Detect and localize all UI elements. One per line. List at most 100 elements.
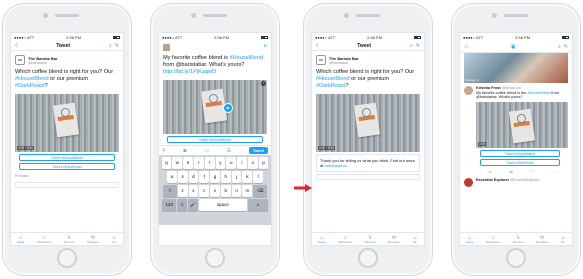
tab-moments[interactable]: ϟ Moments bbox=[64, 235, 75, 244]
mic-key[interactable]: 🎤 bbox=[188, 199, 198, 211]
tab-home[interactable]: ⌂ Home bbox=[318, 235, 325, 244]
key-a[interactable]: a bbox=[166, 171, 177, 183]
tweet-author[interactable]: BB The Barista Bar @baristabar bbox=[11, 51, 123, 67]
key-u[interactable]: u bbox=[226, 157, 237, 169]
key-e[interactable]: e bbox=[183, 157, 193, 169]
reply-icon[interactable]: ↩ bbox=[489, 169, 492, 174]
back-chevron-icon[interactable]: ‹ bbox=[316, 42, 318, 49]
hashtag-link[interactable]: #HouseBlend bbox=[15, 76, 49, 82]
avatar[interactable]: BB bbox=[316, 55, 326, 65]
poll-icon[interactable]: ☰ bbox=[227, 148, 231, 154]
home-button[interactable] bbox=[205, 248, 225, 268]
key-h[interactable]: h bbox=[220, 171, 231, 183]
like-icon[interactable]: ♡ bbox=[530, 169, 534, 174]
hashtag-link[interactable]: #HouseBlend bbox=[316, 76, 350, 82]
tweet-houseblend-button[interactable]: Tweet #HouseBlend bbox=[19, 154, 115, 161]
video-player[interactable]: 0:00 / 0:30 bbox=[316, 94, 420, 152]
timeline-tweet[interactable]: Kristina Frost @kfrost 3m My favorite co… bbox=[460, 83, 572, 101]
tab-messages[interactable]: ✉ Messages bbox=[536, 235, 548, 244]
reply-link[interactable]: baristabar.co bbox=[324, 163, 347, 168]
space-key[interactable]: space bbox=[198, 199, 247, 211]
tweet-text: Which coffee blend is right for you? Our… bbox=[15, 69, 114, 89]
tab-home[interactable]: ⌂ Home bbox=[17, 235, 24, 244]
reply-input[interactable] bbox=[15, 182, 119, 188]
avatar[interactable] bbox=[464, 177, 473, 187]
key-z[interactable]: z bbox=[177, 185, 188, 197]
coffee-bag-image bbox=[52, 103, 79, 138]
tweet-darkroast-button[interactable]: Tweet #DarkRoast bbox=[19, 163, 115, 170]
timeline-image[interactable]: Chicago, IL bbox=[464, 53, 568, 83]
search-icon[interactable]: ⌕ bbox=[558, 44, 561, 50]
key-s[interactable]: s bbox=[177, 171, 188, 183]
search-icon[interactable]: ⌕ bbox=[109, 43, 112, 49]
tweet-houseblend-button[interactable]: Tweet #HouseBlend bbox=[480, 149, 560, 157]
hashtag-link[interactable]: #DarkRoast bbox=[15, 83, 45, 89]
tab-notifications[interactable]: ♫ Notifications bbox=[486, 235, 500, 244]
tab-moments[interactable]: ϟ Moments bbox=[365, 235, 376, 244]
tab-me[interactable]: ☺ Me bbox=[112, 235, 117, 244]
tab-home[interactable]: ⌂ Home bbox=[466, 235, 473, 244]
tab-messages[interactable]: ✉ Messages bbox=[388, 235, 400, 244]
key-b[interactable]: b bbox=[220, 185, 231, 197]
key-r[interactable]: r bbox=[193, 157, 204, 169]
key-d[interactable]: d bbox=[188, 171, 199, 183]
compose-icon[interactable]: ✎ bbox=[115, 43, 119, 49]
tab-moments[interactable]: ϟ Moments bbox=[513, 235, 524, 244]
attached-video[interactable]: ▶ × bbox=[163, 80, 267, 134]
compose-textarea[interactable]: My favorite coffee blend is #HouseBlend … bbox=[159, 53, 271, 78]
key-f[interactable]: f bbox=[199, 171, 210, 183]
camera-icon[interactable]: ◙ bbox=[183, 148, 186, 154]
key-g[interactable]: g bbox=[210, 171, 220, 183]
tab-messages[interactable]: ✉ Messages bbox=[87, 235, 99, 244]
key-l[interactable]: l bbox=[253, 171, 264, 183]
key-j[interactable]: j bbox=[231, 171, 242, 183]
home-button[interactable] bbox=[358, 248, 378, 268]
key-q[interactable]: q bbox=[161, 157, 172, 169]
tab-me[interactable]: ☺ Me bbox=[413, 235, 418, 244]
more-icon[interactable]: ⋯ bbox=[551, 169, 555, 174]
compose-icon[interactable]: ✎ bbox=[564, 44, 568, 50]
search-icon[interactable]: ⌕ bbox=[410, 43, 413, 49]
retweet-icon[interactable]: ⇄ bbox=[509, 169, 512, 174]
key-y[interactable]: y bbox=[215, 157, 226, 169]
gif-icon[interactable]: ▭ bbox=[204, 148, 209, 154]
return-key[interactable]: # bbox=[247, 199, 268, 211]
key-x[interactable]: x bbox=[188, 185, 199, 197]
numbers-key[interactable]: 123 bbox=[162, 199, 177, 211]
location-icon[interactable]: ⚲ bbox=[162, 148, 166, 154]
key-p[interactable]: p bbox=[258, 157, 269, 169]
remove-media-icon[interactable]: × bbox=[261, 81, 266, 86]
avatar[interactable] bbox=[464, 86, 473, 95]
add-user-icon[interactable]: ⚇ bbox=[464, 44, 468, 50]
compose-icon[interactable]: ✎ bbox=[416, 43, 420, 49]
hashtag-link[interactable]: #DarkRoast bbox=[316, 83, 346, 89]
tab-notifications[interactable]: ♫ Notifications bbox=[37, 235, 51, 244]
key-o[interactable]: o bbox=[247, 157, 258, 169]
key-v[interactable]: v bbox=[210, 185, 220, 197]
tab-notifications[interactable]: ♫ Notifications bbox=[338, 235, 352, 244]
delete-key[interactable]: ⌫ bbox=[253, 185, 268, 197]
shift-key[interactable]: ⇧ bbox=[162, 185, 177, 197]
timeline-tweet[interactable]: Essential Explorer @EssentExplorer bbox=[460, 175, 572, 188]
play-icon[interactable]: ▶ bbox=[223, 102, 234, 113]
close-icon[interactable]: × bbox=[263, 44, 267, 50]
tweet-button[interactable]: Tweet bbox=[248, 147, 268, 154]
video-player[interactable]: 0:00 bbox=[476, 101, 568, 148]
key-t[interactable]: t bbox=[204, 157, 215, 169]
key-w[interactable]: w bbox=[172, 157, 183, 169]
avatar[interactable]: BB bbox=[15, 55, 25, 65]
emoji-key[interactable]: ☺ bbox=[177, 199, 187, 211]
home-button[interactable] bbox=[57, 248, 77, 268]
key-n[interactable]: n bbox=[231, 185, 242, 197]
reply-input[interactable] bbox=[316, 174, 420, 180]
key-c[interactable]: c bbox=[199, 185, 210, 197]
tab-me[interactable]: ☺ Me bbox=[561, 235, 566, 244]
back-chevron-icon[interactable]: ‹ bbox=[15, 42, 17, 49]
tweet-author[interactable]: BB The Barista Bar @baristabar bbox=[312, 51, 424, 67]
key-k[interactable]: k bbox=[242, 171, 253, 183]
tweet-darkroast-button[interactable]: Tweet #DarkRoast bbox=[480, 158, 560, 166]
home-button[interactable] bbox=[506, 248, 526, 268]
key-i[interactable]: i bbox=[237, 157, 247, 169]
key-m[interactable]: m bbox=[242, 185, 253, 197]
video-player[interactable]: 0:00 / 0:30 bbox=[15, 94, 119, 152]
